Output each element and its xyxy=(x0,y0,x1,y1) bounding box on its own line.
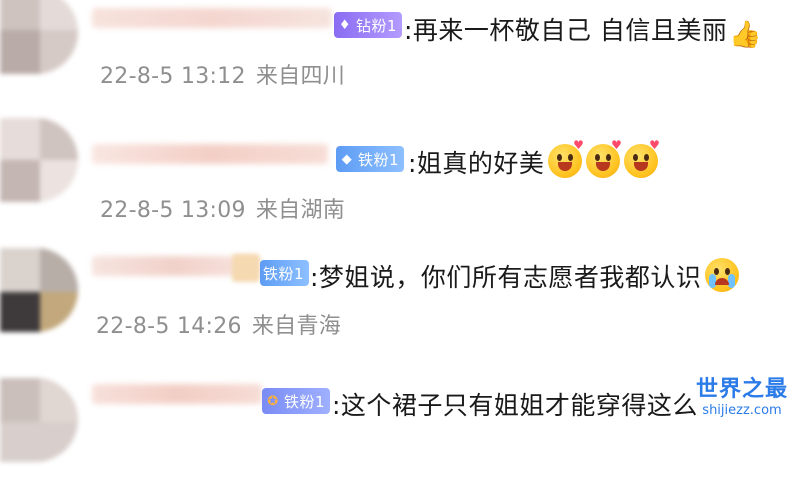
love-face-icon: ♥ xyxy=(548,138,584,178)
comment-location: 来自青海 xyxy=(251,314,342,339)
comment-text-content: :梦姐说，你们所有志愿者我都认识 xyxy=(310,263,702,292)
fan-badge: 铁粉1 xyxy=(260,260,310,286)
watermark-title: 世界之最 xyxy=(695,377,788,402)
comment-time: 22-8-5 13:09 xyxy=(100,198,246,223)
comment-meta: 22-8-5 14:26 来自青海 xyxy=(96,308,341,340)
username-medal xyxy=(232,254,260,282)
comment-text-content: :姐真的好美 xyxy=(408,149,545,178)
avatar[interactable] xyxy=(0,118,78,202)
comment-location: 来自湖南 xyxy=(255,198,346,223)
comment-text-content: :再来一杯敬自己 自信且美丽 xyxy=(404,16,728,45)
comment-meta: 22-8-5 13:12 来自四川 xyxy=(100,58,345,90)
fan-badge: ◆ 铁粉1 xyxy=(336,146,405,172)
comment-time: 22-8-5 13:12 xyxy=(100,64,246,89)
badge-label: 钻粉1 xyxy=(356,16,398,35)
avatar[interactable] xyxy=(0,378,78,462)
avatar[interactable] xyxy=(0,0,78,74)
avatar[interactable] xyxy=(0,248,78,332)
comment-item: 铁粉1 :梦姐说，你们所有志愿者我都认识 22-8-5 14:26 来自青海 xyxy=(0,248,800,354)
crying-face-icon xyxy=(705,258,740,292)
badge-label: 铁粉1 xyxy=(358,150,400,169)
gem-icon: ◆ xyxy=(341,151,353,167)
watermark-url: shijiezz.com xyxy=(702,403,782,418)
fan-badge: ♦ 钻粉1 xyxy=(334,12,403,38)
comment-text: :再来一杯敬自己 自信且美丽👍 xyxy=(404,11,762,50)
comment-text: :梦姐说，你们所有志愿者我都认识 xyxy=(310,258,740,294)
comment-text: :这个裙子只有姐姐才能穿得这么 xyxy=(332,386,698,422)
badge-label: 铁粉1 xyxy=(263,264,305,283)
comment-item: ◆ 铁粉1 :姐真的好美 ♥ ♥ ♥ 22-8-5 13:09 来自湖南 xyxy=(0,118,800,224)
comment-text-content: :这个裙子只有姐姐才能穿得这么 xyxy=(332,391,698,420)
comment-item: ✪ 铁粉1 :这个裙子只有姐姐才能穿得这么 xyxy=(0,376,800,482)
comment-time: 22-8-5 14:26 xyxy=(96,314,242,339)
comment-item: ♦ 钻粉1 :再来一杯敬自己 自信且美丽👍 22-8-5 13:12 来自四川 xyxy=(0,0,800,106)
comment-meta: 22-8-5 13:09 来自湖南 xyxy=(100,192,345,224)
username[interactable] xyxy=(92,384,262,404)
username[interactable] xyxy=(92,144,328,164)
love-face-icon: ♥ xyxy=(624,138,660,178)
fan-badge: ✪ 铁粉1 xyxy=(262,388,331,414)
medal-icon: ✪ xyxy=(267,393,279,409)
comment-text: :姐真的好美 ♥ ♥ ♥ xyxy=(408,138,660,180)
watermark-logo: 世界之最 shijiezz.com xyxy=(692,371,792,418)
love-face-icon: ♥ xyxy=(586,138,622,178)
comment-location: 来自四川 xyxy=(255,64,346,89)
username[interactable] xyxy=(92,8,332,28)
badge-label: 铁粉1 xyxy=(284,392,326,411)
thumbs-up-icon: 👍 xyxy=(729,20,763,50)
diamond-icon: ♦ xyxy=(338,17,352,33)
